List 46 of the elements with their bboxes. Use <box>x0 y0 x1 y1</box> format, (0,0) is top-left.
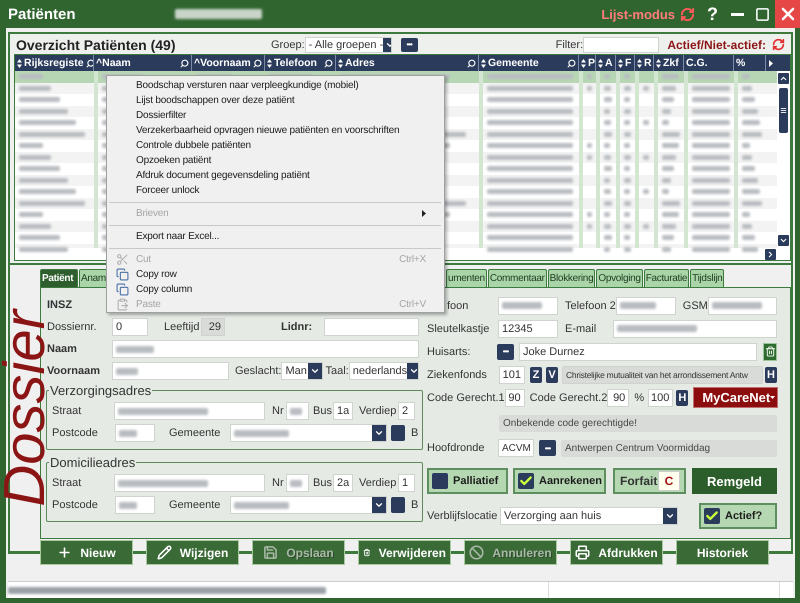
field-label: Code Gerecht.1 <box>427 392 505 404</box>
field-label: Verblijfslocatie <box>427 510 498 522</box>
field-label: Code Gerecht.2 <box>530 392 608 404</box>
field-label: Straat <box>52 477 82 489</box>
field-label: Gemeente <box>169 499 222 511</box>
field-label: Voornaam <box>47 365 101 377</box>
filter-label: Filter: <box>556 38 584 50</box>
active-filter-label: Actief/Niet-actief: <box>667 38 766 52</box>
field-label: % <box>634 392 646 404</box>
field-label: foon <box>446 300 470 312</box>
field-label: Huisarts: <box>427 346 472 358</box>
field-label: Dossiernr. <box>47 321 98 333</box>
age-field: 29 <box>201 318 225 336</box>
field-label: Ziekenfonds <box>427 368 488 380</box>
field-label: Hoofdronde <box>427 442 486 454</box>
field-label: Geslacht: <box>235 365 282 377</box>
fund-name-field: Christelijke mutualiteit van het arrondissement Antw <box>562 366 763 384</box>
field-label: Nr <box>272 405 285 417</box>
round-name-field: Antwerpen Centrum Voormiddag <box>561 440 777 456</box>
window-title: Patiënten <box>8 6 77 22</box>
field-label: Leeftijd <box>164 321 200 333</box>
field-label: E-mail <box>565 322 598 334</box>
group-title: Verzorgingsadres <box>49 383 152 398</box>
field-label: Nr <box>272 477 285 489</box>
field-label: GSM <box>682 300 708 312</box>
field-label: Bus <box>313 477 333 489</box>
field-label: Telefoon 2 <box>565 300 616 312</box>
field-label: INSZ <box>47 299 74 311</box>
field-label: Postcode <box>52 427 99 439</box>
field-label: Lidnr: <box>281 321 314 333</box>
field-label: Straat <box>52 405 82 417</box>
field-label: Gemeente <box>169 427 222 439</box>
field-label: Postcode <box>52 499 99 511</box>
field-label: B <box>411 499 418 511</box>
field-label: Verdiep <box>359 477 398 489</box>
panel-title: Overzicht Patiënten (49) <box>15 36 176 52</box>
field-label: B <box>411 427 418 439</box>
group-label: Groep: <box>271 38 305 50</box>
field-label: Bus <box>313 405 333 417</box>
forfait-label: Forfait <box>620 474 658 488</box>
field-label: Naam <box>47 343 78 355</box>
field-label: Sleutelkastje <box>427 322 490 334</box>
field-label: Taal: <box>325 365 349 377</box>
status-message: Onbekende code gerechtigde! <box>499 414 777 432</box>
field-label: Verdiep <box>359 405 398 417</box>
group-title: Domicilieadres <box>49 455 136 470</box>
